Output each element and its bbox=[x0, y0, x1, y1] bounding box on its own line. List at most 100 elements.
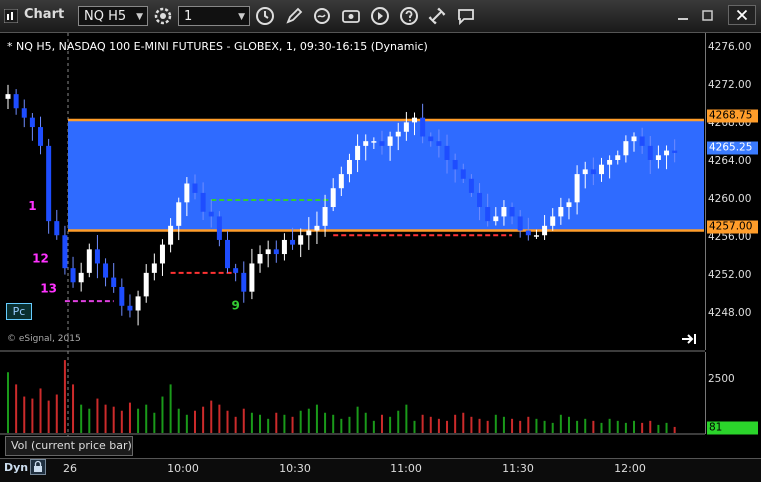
candle-body bbox=[298, 235, 304, 245]
dyn-label[interactable]: Dyn bbox=[4, 461, 28, 474]
volume-bar bbox=[226, 410, 229, 433]
candle-body bbox=[590, 169, 596, 175]
candle-body bbox=[233, 268, 239, 273]
candle-body bbox=[363, 141, 369, 146]
volume-bar bbox=[567, 416, 570, 433]
volume-bar bbox=[527, 416, 530, 433]
volume-bar bbox=[559, 414, 562, 433]
candle-body bbox=[70, 268, 76, 283]
volume-bar bbox=[340, 418, 343, 433]
candle-body bbox=[216, 216, 222, 240]
candle-body bbox=[379, 141, 385, 146]
candle-body bbox=[306, 230, 312, 236]
volume-bar bbox=[421, 414, 424, 433]
candle-body bbox=[647, 145, 653, 160]
price-chart[interactable]: 1 12 13 9 bbox=[0, 0, 705, 460]
volume-bar bbox=[210, 400, 213, 433]
candle-body bbox=[322, 207, 328, 226]
candle-body bbox=[290, 239, 296, 245]
volume-bar bbox=[7, 372, 9, 433]
volume-bar bbox=[429, 416, 432, 433]
volume-bar bbox=[633, 420, 636, 433]
volume-bar bbox=[543, 420, 546, 433]
volume-bar bbox=[356, 406, 359, 433]
candle-body bbox=[664, 150, 670, 156]
volume-bar bbox=[600, 422, 603, 433]
candle-body bbox=[460, 169, 466, 179]
volume-bar bbox=[380, 414, 383, 433]
lock-icon[interactable] bbox=[30, 459, 46, 475]
candle-body bbox=[78, 272, 84, 283]
credit-text: © eSignal, 2015 bbox=[7, 334, 81, 344]
candle-body bbox=[241, 272, 247, 292]
volume-bar bbox=[88, 408, 91, 433]
candle-body bbox=[542, 225, 548, 236]
volume-bar bbox=[405, 404, 408, 433]
volume-bar bbox=[283, 414, 286, 433]
candle-body bbox=[159, 244, 165, 264]
volume-bar bbox=[389, 416, 392, 433]
candle-body bbox=[176, 202, 182, 226]
volume-bar bbox=[486, 420, 489, 433]
candle-body bbox=[143, 272, 149, 297]
volume-bar bbox=[104, 404, 107, 433]
price-zone bbox=[68, 120, 704, 231]
volume-bar bbox=[624, 422, 627, 433]
setup-count-label: 1 bbox=[28, 199, 36, 213]
candle-body bbox=[5, 94, 11, 99]
volume-bar bbox=[584, 418, 587, 433]
volume-bar bbox=[413, 420, 416, 433]
time-axis-bar bbox=[0, 458, 761, 482]
volume-bar bbox=[169, 384, 172, 433]
candle-body bbox=[395, 131, 401, 137]
price-tick-label: 4260.00 bbox=[708, 193, 752, 205]
candle-body bbox=[493, 216, 499, 222]
volume-bar bbox=[551, 422, 554, 433]
price-tick-label: 4264.00 bbox=[708, 155, 752, 167]
candle-body bbox=[314, 225, 320, 231]
candle-body bbox=[607, 159, 613, 165]
time-tick-label: 26 bbox=[63, 462, 77, 475]
volume-bar bbox=[80, 404, 83, 433]
chart-title: * NQ H5, NASDAQ 100 E-MINI FUTURES - GLO… bbox=[7, 40, 428, 53]
candle-body bbox=[29, 117, 35, 128]
volume-bar bbox=[519, 420, 522, 433]
volume-bar bbox=[502, 416, 505, 433]
jump-to-latest-icon[interactable] bbox=[680, 331, 698, 347]
candle-body bbox=[485, 207, 491, 222]
volume-bar bbox=[454, 414, 457, 433]
volume-bar bbox=[267, 418, 270, 433]
candle-body bbox=[103, 263, 109, 278]
volume-bar bbox=[315, 404, 318, 433]
volume-bar bbox=[437, 418, 440, 433]
candle-body bbox=[468, 178, 474, 193]
setup-count-label: 12 bbox=[32, 252, 49, 266]
candle-body bbox=[501, 207, 507, 217]
candle-body bbox=[517, 216, 523, 231]
candle-body bbox=[477, 192, 483, 208]
close-icon[interactable] bbox=[728, 5, 756, 25]
candle-body bbox=[135, 296, 141, 311]
zone-bottom-price-label: 4257.00 bbox=[707, 220, 758, 234]
candle-body bbox=[13, 94, 19, 109]
pc-button[interactable]: Pc bbox=[6, 303, 32, 320]
candle-body bbox=[452, 159, 458, 170]
candle-body bbox=[257, 254, 263, 264]
volume-bar bbox=[348, 416, 351, 433]
zone-top-price-label: 4268.75 bbox=[707, 109, 758, 123]
candle-body bbox=[111, 277, 117, 287]
candle-body bbox=[582, 169, 588, 175]
volume-bar bbox=[153, 412, 156, 433]
volume-bar bbox=[15, 384, 18, 433]
volume-bar bbox=[299, 410, 302, 433]
candle-body bbox=[598, 164, 604, 175]
candle-body bbox=[558, 207, 564, 217]
volume-bar bbox=[242, 408, 245, 433]
volume-bar bbox=[470, 416, 473, 433]
candle-body bbox=[338, 174, 344, 189]
candle-body bbox=[192, 183, 198, 193]
volume-study-label[interactable]: Vol (current price bar) bbox=[5, 436, 133, 456]
volume-bar bbox=[161, 396, 164, 433]
candle-body bbox=[387, 136, 393, 146]
volume-bar bbox=[39, 388, 42, 433]
